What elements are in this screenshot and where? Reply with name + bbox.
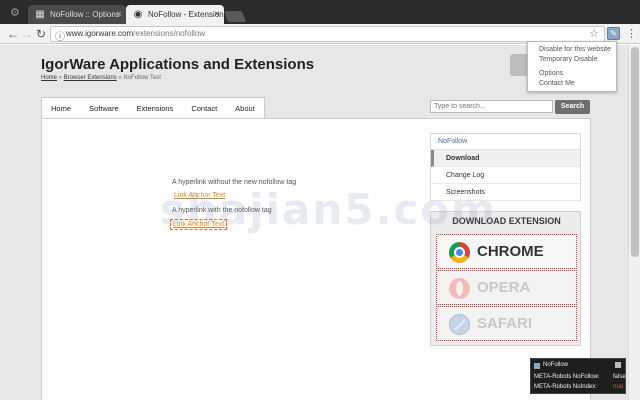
close-icon[interactable]: × [116, 5, 122, 25]
sidebar-heading[interactable]: NoFollow [431, 134, 580, 150]
globe-icon: ◉ [133, 9, 143, 20]
search-input[interactable] [430, 100, 553, 113]
sidebar-item-download[interactable]: Download [431, 150, 580, 167]
tab-title: NoFollow :: Options [50, 10, 120, 19]
sidebar-menu: NoFollow Download Change Log Screenshots [430, 133, 581, 201]
menu-item-options[interactable]: Options [528, 69, 616, 79]
reload-icon[interactable]: ↻ [34, 27, 48, 41]
scrollbar-thumb[interactable] [631, 47, 639, 257]
back-icon[interactable]: ← [6, 27, 20, 41]
puzzle-icon: ▦ [35, 9, 45, 20]
bookmark-star-icon[interactable]: ☆ [589, 27, 599, 40]
menu-item-contact-me[interactable]: Contact Me [528, 79, 616, 89]
download-chrome-label: CHROME [477, 243, 544, 260]
download-title: DOWNLOAD EXTENSION [452, 216, 561, 226]
menu-item-temporary-disable[interactable]: Temporary Disable [528, 55, 616, 65]
download-opera-label: OPERA [477, 279, 531, 296]
url-text: www.igorware.com/extensions/nofollow [66, 29, 206, 38]
forward-icon[interactable]: → [20, 27, 34, 41]
nav-contact[interactable]: Contact [182, 98, 226, 118]
notification-label-noindex: META-Robots NoIndex: [534, 384, 597, 390]
chrome-icon [449, 242, 470, 263]
breadcrumb-browser-extensions[interactable]: Browser Extensions [64, 75, 117, 81]
site-nav: Home Software Extensions Contact About [41, 97, 265, 118]
close-icon[interactable] [615, 362, 621, 368]
search-button[interactable]: Search [555, 100, 590, 114]
download-safari-label: SAFARI [477, 315, 533, 332]
info-icon[interactable]: ⓘ [55, 28, 65, 43]
address-bar[interactable]: ⓘ www.igorware.com/extensions/nofollow ☆ [50, 26, 605, 43]
tab-title: NoFollow - Extension for [148, 10, 224, 19]
tab-nofollow[interactable]: ◉ NoFollow - Extension for × [126, 5, 224, 25]
notification-label-nofollow: META-Robots NoFollow: [534, 374, 600, 380]
notification-title: NoFollow [543, 362, 569, 368]
menu-item-disable-site[interactable]: Disable for this website [528, 45, 616, 55]
demo-text-without-nofollow: A hyperlink without the new nofollow tag [172, 179, 297, 186]
demo-text-with-nofollow: A hyperlink with the nofollow tag [172, 207, 272, 214]
close-icon[interactable]: × [214, 5, 220, 25]
sidebar-item-change-log[interactable]: Change Log [431, 167, 580, 184]
puzzle-icon[interactable]: ⚙ [10, 7, 22, 19]
opera-icon [449, 278, 470, 299]
site-title: IgorWare Applications and Extensions [41, 56, 315, 73]
breadcrumb-current: NoFollow Test [123, 75, 161, 81]
nofollow-notification: NoFollow META-Robots NoFollow: false MET… [530, 358, 626, 394]
nav-about[interactable]: About [226, 98, 264, 118]
nav-extensions[interactable]: Extensions [128, 98, 183, 118]
nav-home[interactable]: Home [42, 98, 80, 118]
download-extension-box: DOWNLOAD EXTENSION CHROME OPERA SAFARI [430, 211, 581, 346]
download-safari-button[interactable]: SAFARI [436, 306, 577, 341]
notification-value-nofollow: false [613, 374, 626, 380]
tab-strip: ⚙ ▦ NoFollow :: Options × ◉ NoFollow - E… [0, 0, 640, 25]
download-chrome-button[interactable]: CHROME [436, 234, 577, 269]
nav-software[interactable]: Software [80, 98, 128, 118]
web-page: IgorWare Applications and Extensions Hom… [0, 45, 628, 400]
breadcrumb-home[interactable]: Home [41, 75, 57, 81]
download-opera-button[interactable]: OPERA [436, 270, 577, 305]
sidebar-item-screenshots[interactable]: Screenshots [431, 184, 580, 201]
tab-options[interactable]: ▦ NoFollow :: Options × [28, 5, 126, 25]
page-scrollbar[interactable] [628, 45, 640, 400]
browser-menu-icon[interactable]: ⋮ [626, 27, 637, 41]
link-with-nofollow[interactable]: Link Anchor Text [170, 219, 228, 230]
nofollow-icon [534, 363, 540, 369]
safari-icon [449, 314, 470, 335]
link-without-nofollow[interactable]: Link Anchor Text [172, 191, 227, 200]
new-tab-button[interactable] [223, 11, 247, 22]
extension-popup-menu: Disable for this website Temporary Disab… [527, 41, 617, 92]
breadcrumb: Home » Browser Extensions » NoFollow Tes… [41, 75, 161, 81]
nofollow-extension-icon[interactable]: ✎ [607, 27, 620, 40]
notification-value-noindex: true [613, 384, 624, 390]
